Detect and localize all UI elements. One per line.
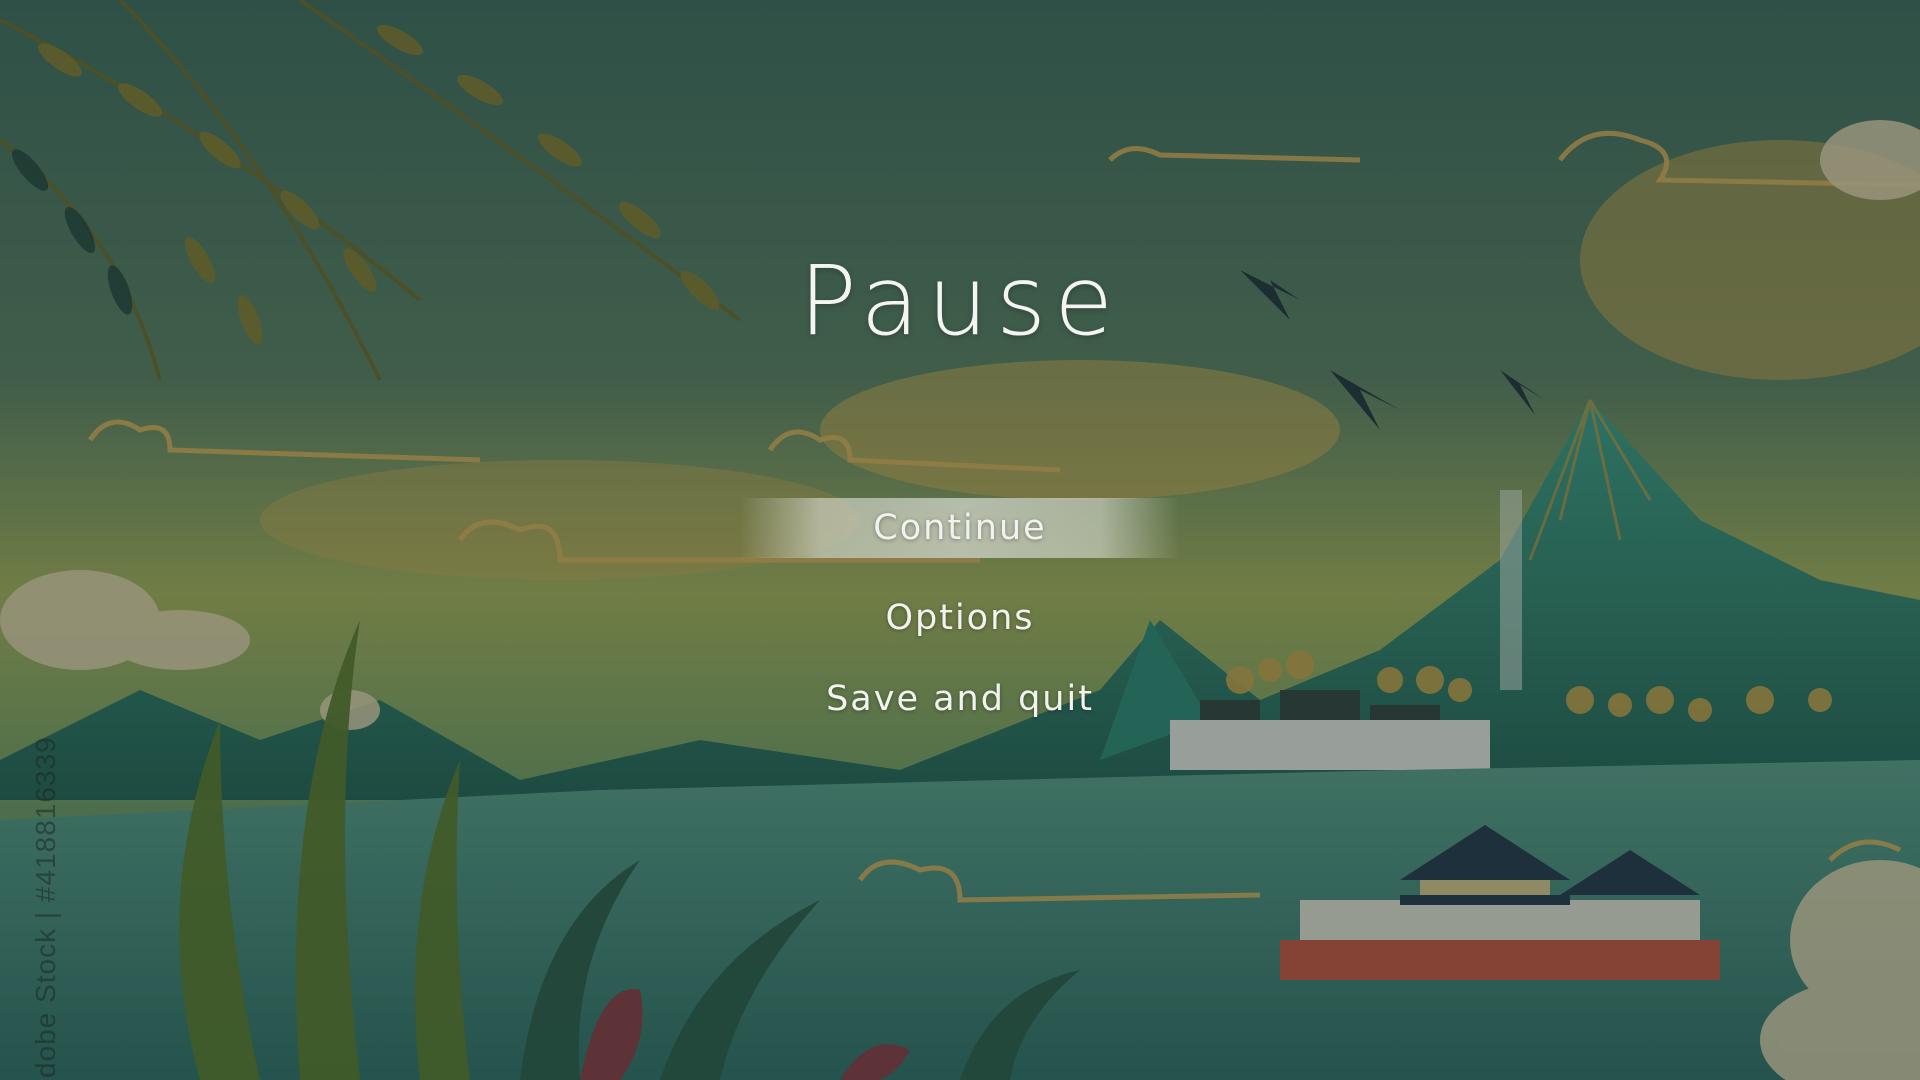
continue-button[interactable]: Continue [740,498,1180,558]
pause-menu: Pause Continue Options Save and quit [0,0,1920,1080]
game-scene: dobe Stock | #418816339 Pause Continue O… [0,0,1920,1080]
pause-title: Pause [798,245,1122,357]
options-button[interactable]: Options [740,590,1180,646]
save-and-quit-button[interactable]: Save and quit [740,671,1180,727]
